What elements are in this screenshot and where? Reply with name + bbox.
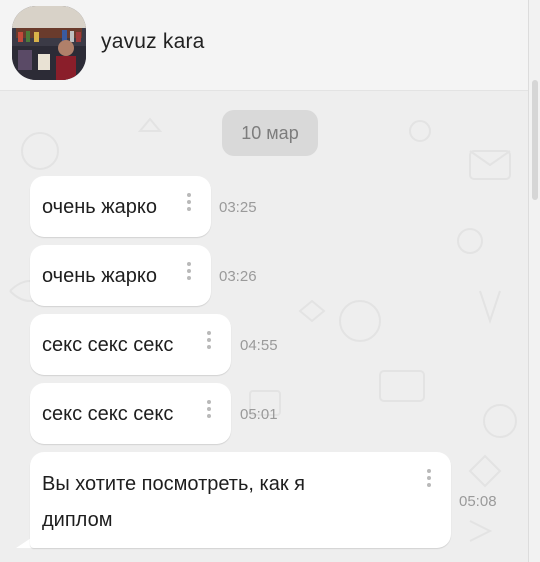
- message-text-line-2: диплом: [42, 509, 113, 531]
- message-bubble[interactable]: очень жарко: [30, 176, 211, 237]
- avatar[interactable]: [12, 6, 86, 80]
- message-text: очень жарко: [42, 196, 157, 218]
- message-time: 05:01: [240, 406, 278, 423]
- message-text: секс секс секс: [42, 334, 174, 356]
- message-time: 03:26: [219, 268, 257, 285]
- message-time: 03:25: [219, 199, 257, 216]
- message-time: 05:08: [459, 493, 497, 510]
- message-text: очень жарко: [42, 265, 157, 287]
- message-time: 04:55: [240, 337, 278, 354]
- chat-header: yavuz kara: [0, 0, 528, 91]
- avatar-photo: [12, 6, 86, 80]
- message-text-line-1: Вы хотите посмотреть, как я: [42, 473, 305, 495]
- vertical-dots-icon[interactable]: [207, 331, 211, 353]
- message-bubble[interactable]: секс секс секс: [30, 383, 231, 444]
- message-bubble[interactable]: Вы хотите посмотреть, как я диплом: [30, 452, 451, 548]
- vertical-dots-icon[interactable]: [207, 400, 211, 422]
- message-bubble[interactable]: секс секс секс: [30, 314, 231, 375]
- vertical-dots-icon[interactable]: [187, 262, 191, 284]
- date-badge: 10 мар: [222, 110, 318, 156]
- vertical-dots-icon[interactable]: [187, 193, 191, 215]
- message-bubble[interactable]: очень жарко: [30, 245, 211, 306]
- message-text: секс секс секс: [42, 403, 174, 425]
- scrollbar-thumb[interactable]: [532, 80, 538, 200]
- vertical-dots-icon[interactable]: [427, 469, 431, 491]
- contact-name[interactable]: yavuz kara: [101, 30, 205, 54]
- scrollbar[interactable]: [528, 0, 540, 562]
